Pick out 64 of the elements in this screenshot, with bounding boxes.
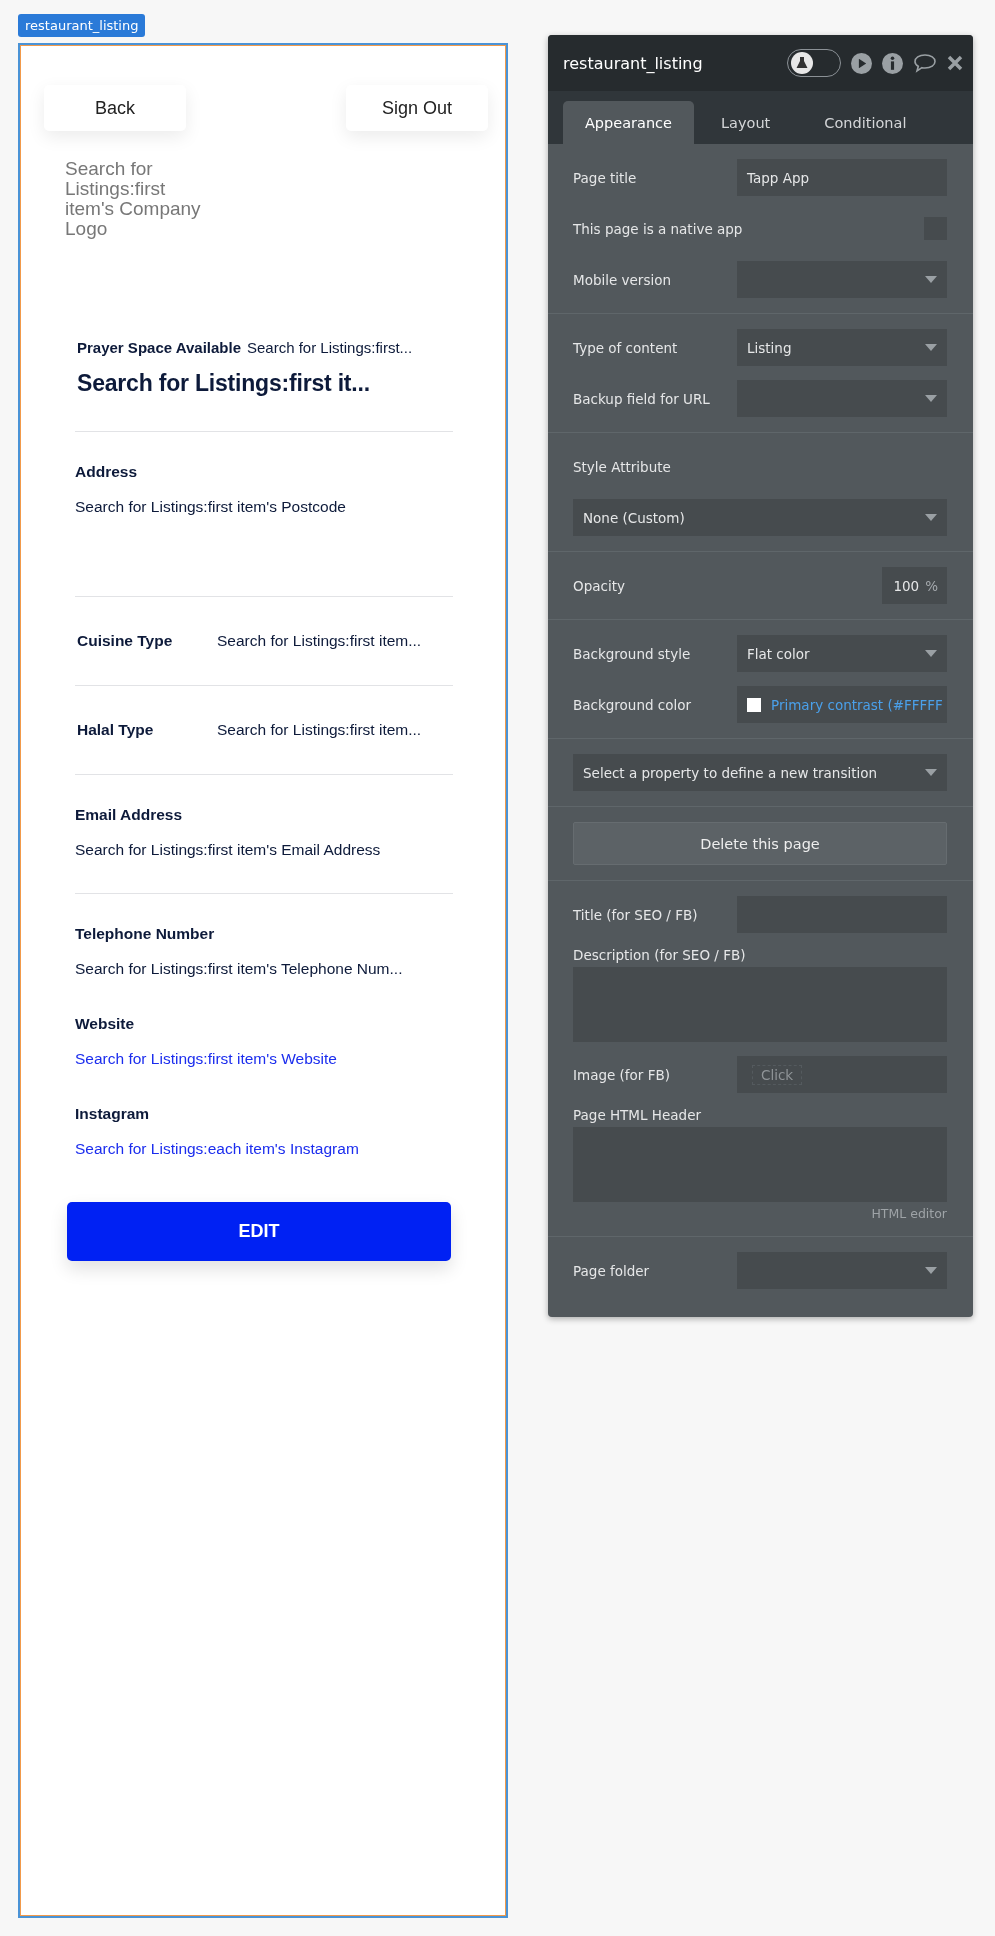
dropdown[interactable] [737, 1252, 947, 1289]
dropdown[interactable] [737, 261, 947, 298]
dropdown-caret-icon [925, 514, 937, 521]
field-label: Title (for SEO / FB) [573, 906, 699, 923]
field-label: Background style [573, 645, 692, 662]
field-value: Search for Listings:first item... [217, 721, 422, 739]
dropdown[interactable] [737, 380, 947, 417]
field-label: Email Address [75, 806, 184, 824]
edit-button[interactable]: EDIT [67, 1202, 451, 1261]
color-value: Primary contrast (#FFFFF [771, 696, 943, 713]
delete-page-button[interactable]: Delete this page [573, 822, 947, 865]
field-label: Page title [573, 169, 638, 186]
field-label: Page folder [573, 1262, 651, 1279]
field-label: Instagram [75, 1105, 151, 1123]
field-label: Cuisine Type [77, 632, 174, 650]
listing-title: Search for Listings:first it... [77, 370, 371, 397]
dropdown-caret-icon [925, 395, 937, 402]
field-value: Search for Listings:first item's Postcode [75, 498, 347, 516]
panel-tab[interactable]: Conditional [797, 101, 934, 144]
nav-button[interactable]: Sign Out [346, 85, 488, 131]
field-label: Type of content [573, 339, 679, 356]
unit-label: % [925, 577, 938, 594]
field-label: Description (for SEO / FB) [573, 947, 747, 963]
dropdown-caret-icon [925, 344, 937, 351]
dropdown[interactable]: Listing [737, 329, 947, 366]
dropdown-caret-icon [925, 276, 937, 283]
field-value: Search for Listings:first item's Email Address [75, 841, 382, 859]
field-value: Search for Listings:first item... [217, 632, 422, 650]
field-link[interactable]: Search for Listings:first item's Website [75, 1050, 453, 1068]
field-value: Search for Listings:first item's Telephone Num... [75, 960, 404, 978]
field-label: Telephone Number [75, 925, 216, 943]
dropdown-caret-icon [925, 650, 937, 657]
info-icon[interactable] [882, 52, 903, 74]
dropdown[interactable]: Select a property to define a new transition [573, 754, 947, 791]
field-label: Website [75, 1015, 136, 1033]
field-label: This page is a native app [573, 220, 743, 237]
field-label: Image (for FB) [573, 1066, 671, 1083]
page-name-tag: restaurant_listing [18, 14, 146, 37]
close-icon[interactable] [947, 55, 963, 71]
dropdown-caret-icon [925, 769, 937, 776]
field-label: Backup field for URL [573, 390, 711, 407]
field-link[interactable]: Search for Listings:each item's Instagram [75, 1140, 453, 1158]
comment-icon[interactable] [913, 53, 937, 73]
nav-button[interactable]: Back [44, 85, 186, 131]
field-label: Page HTML Header [573, 1107, 702, 1123]
panel-tab[interactable]: Appearance [563, 101, 694, 144]
dropdown[interactable]: None (Custom) [573, 499, 947, 536]
panel-title: restaurant_listing [563, 53, 704, 73]
field-label: Address [75, 463, 139, 481]
panel-tab[interactable]: Layout [694, 101, 798, 144]
field-label: Opacity [573, 577, 626, 594]
dropdown[interactable]: Flat color [737, 635, 947, 672]
logo-placeholder-text: Search for Listings:first item's Company Logo [65, 159, 202, 239]
prayer-label: Prayer Space Available [77, 339, 241, 356]
flask-icon [791, 52, 813, 74]
prayer-value: Search for Listings:first... [247, 339, 413, 356]
text-field[interactable]: Tapp App [737, 159, 947, 196]
field-label: Style Attribute [573, 458, 672, 475]
dropdown-caret-icon [925, 1267, 937, 1274]
opacity-field[interactable]: 100 % [882, 567, 947, 604]
play-icon[interactable] [851, 52, 872, 74]
field-label: Mobile version [573, 271, 673, 288]
field-label: Halal Type [77, 721, 155, 739]
field-label: Background color [573, 696, 693, 713]
